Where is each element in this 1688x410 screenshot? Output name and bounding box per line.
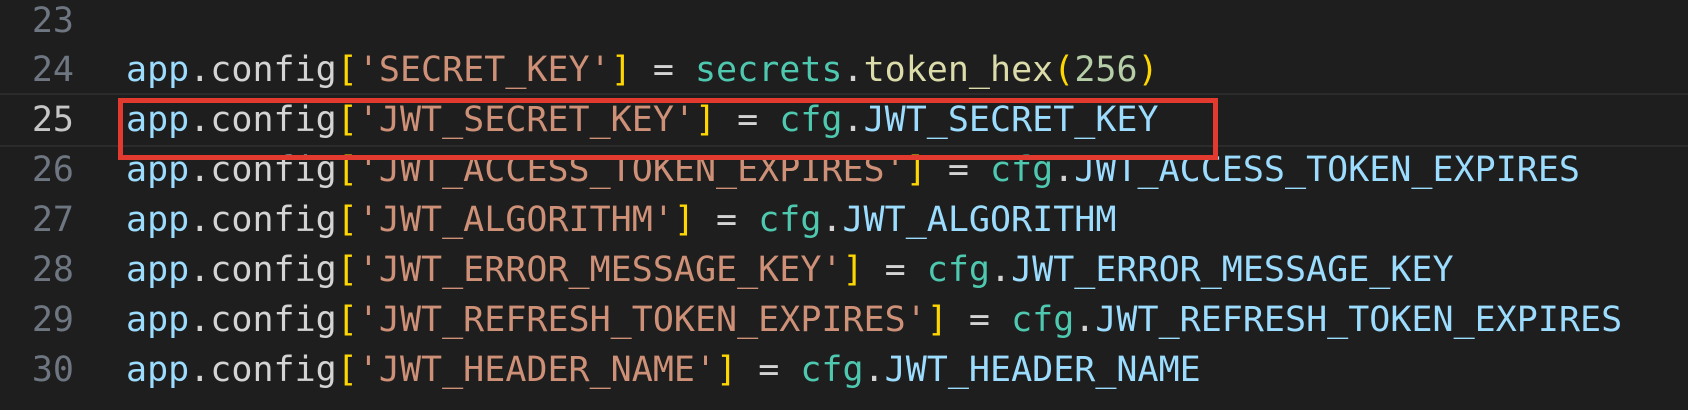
code-token: . [821, 200, 843, 240]
code-token: cfg [758, 200, 822, 240]
code-token: . [1074, 300, 1096, 340]
line-number: 23 [31, 1, 74, 41]
code-text[interactable]: app.config['SECRET_KEY'] = secrets.token… [126, 43, 1159, 97]
code-token: . [842, 50, 864, 90]
code-text[interactable]: app.config['JWT_HEADER_NAME'] = cfg.JWT_… [126, 343, 1201, 397]
code-token: 'JWT_ACCESS_TOKEN_EXPIRES' [357, 150, 906, 190]
code-token: . [189, 150, 211, 190]
code-token: app [126, 200, 190, 240]
code-token: config [210, 150, 337, 190]
code-token: JWT_ACCESS_TOKEN_EXPIRES [1074, 150, 1581, 190]
code-token: config [210, 250, 337, 290]
code-line[interactable]: 28 app.config['JWT_ERROR_MESSAGE_KEY'] = … [0, 243, 1688, 297]
line-number: 24 [31, 50, 74, 90]
code-line[interactable]: 26 app.config['JWT_ACCESS_TOKEN_EXPIRES']… [0, 143, 1688, 197]
code-token: config [210, 350, 337, 390]
code-token: secrets [694, 50, 843, 90]
code-token: cfg [800, 350, 864, 390]
code-token: = [947, 300, 1012, 340]
line-number: 26 [31, 150, 74, 190]
code-token: cfg [926, 250, 990, 290]
code-token: app [126, 50, 190, 90]
code-token: app [126, 150, 190, 190]
code-token: app [126, 100, 190, 140]
code-token: = [694, 200, 759, 240]
code-line[interactable]: 24 app.config['SECRET_KEY'] = secrets.tok… [0, 43, 1688, 97]
code-token: . [189, 300, 211, 340]
code-token: ] [926, 300, 948, 340]
code-editor[interactable]: 23 24 app.config['SECRET_KEY'] = secrets.t… [0, 0, 1688, 410]
code-token: . [189, 50, 211, 90]
code-token: 256 [1074, 50, 1138, 90]
code-line[interactable]: 25 app.config['JWT_SECRET_KEY'] = cfg.JWT… [0, 93, 1688, 147]
line-number: 28 [31, 250, 74, 290]
line-number: 29 [31, 300, 74, 340]
code-token: . [863, 350, 885, 390]
code-token: = [631, 50, 695, 90]
code-token: . [1053, 150, 1075, 190]
code-token: config [210, 200, 337, 240]
code-text[interactable]: app.config['JWT_SECRET_KEY'] = cfg.JWT_S… [126, 95, 1159, 145]
code-token: ( [1053, 50, 1075, 90]
code-token: cfg [1011, 300, 1075, 340]
code-token: 'JWT_ERROR_MESSAGE_KEY' [357, 250, 843, 290]
code-text[interactable]: app.config['JWT_REFRESH_TOKEN_EXPIRES'] … [126, 293, 1622, 347]
code-token: [ [336, 200, 358, 240]
code-line[interactable]: 29 app.config['JWT_REFRESH_TOKEN_EXPIRES'… [0, 293, 1688, 347]
code-token: cfg [989, 150, 1054, 190]
code-token: . [989, 250, 1012, 290]
code-token: [ [336, 100, 358, 140]
code-token: ] [716, 350, 738, 390]
code-token: app [126, 350, 190, 390]
code-token: [ [336, 150, 358, 190]
code-token: 'SECRET_KEY' [357, 50, 611, 90]
code-token: ] [673, 200, 695, 240]
code-line[interactable]: 27 app.config['JWT_ALGORITHM'] = cfg.JWT_… [0, 193, 1688, 247]
code-token: token_hex [863, 50, 1054, 90]
code-token: config [210, 300, 337, 340]
code-token: JWT_ERROR_MESSAGE_KEY [1011, 250, 1454, 290]
code-token: = [737, 350, 801, 390]
code-token: . [189, 350, 211, 390]
code-token: [ [336, 300, 358, 340]
line-number: 30 [31, 350, 74, 390]
code-token: cfg [779, 100, 843, 140]
code-token: [ [336, 350, 358, 390]
code-token: 'JWT_REFRESH_TOKEN_EXPIRES' [357, 300, 927, 340]
code-token: [ [336, 250, 358, 290]
code-token: app [126, 250, 190, 290]
line-number: 27 [31, 200, 74, 240]
code-token: . [189, 200, 211, 240]
code-token: JWT_ALGORITHM [842, 200, 1117, 240]
code-line[interactable]: 30 app.config['JWT_HEADER_NAME'] = cfg.JW… [0, 343, 1688, 397]
code-token: ] [905, 150, 927, 190]
code-token: . [189, 100, 211, 140]
code-token: config [210, 100, 337, 140]
code-token: ] [694, 100, 717, 140]
code-token: ] [610, 50, 632, 90]
code-token: config [210, 50, 337, 90]
code-token: JWT_HEADER_NAME [884, 350, 1201, 390]
code-text[interactable]: app.config['JWT_ERROR_MESSAGE_KEY'] = cf… [126, 243, 1454, 297]
code-token: = [863, 250, 927, 290]
code-token: app [126, 300, 190, 340]
code-token: = [716, 100, 780, 140]
code-token: 'JWT_HEADER_NAME' [357, 350, 717, 390]
code-token: . [189, 250, 211, 290]
code-token: ] [842, 250, 864, 290]
code-token: 'JWT_SECRET_KEY' [357, 100, 695, 140]
code-token: = [926, 150, 990, 190]
code-token: 'JWT_ALGORITHM' [357, 200, 674, 240]
code-token: JWT_SECRET_KEY [863, 100, 1159, 140]
code-token: JWT_REFRESH_TOKEN_EXPIRES [1095, 300, 1623, 340]
code-text[interactable]: app.config['JWT_ACCESS_TOKEN_EXPIRES'] =… [126, 143, 1580, 197]
code-line[interactable]: 23 [0, 0, 1688, 48]
code-token: [ [336, 50, 358, 90]
line-number: 25 [31, 100, 74, 140]
code-token: . [842, 100, 864, 140]
code-token: ) [1137, 50, 1159, 90]
code-text[interactable]: app.config['JWT_ALGORITHM'] = cfg.JWT_AL… [126, 193, 1116, 247]
